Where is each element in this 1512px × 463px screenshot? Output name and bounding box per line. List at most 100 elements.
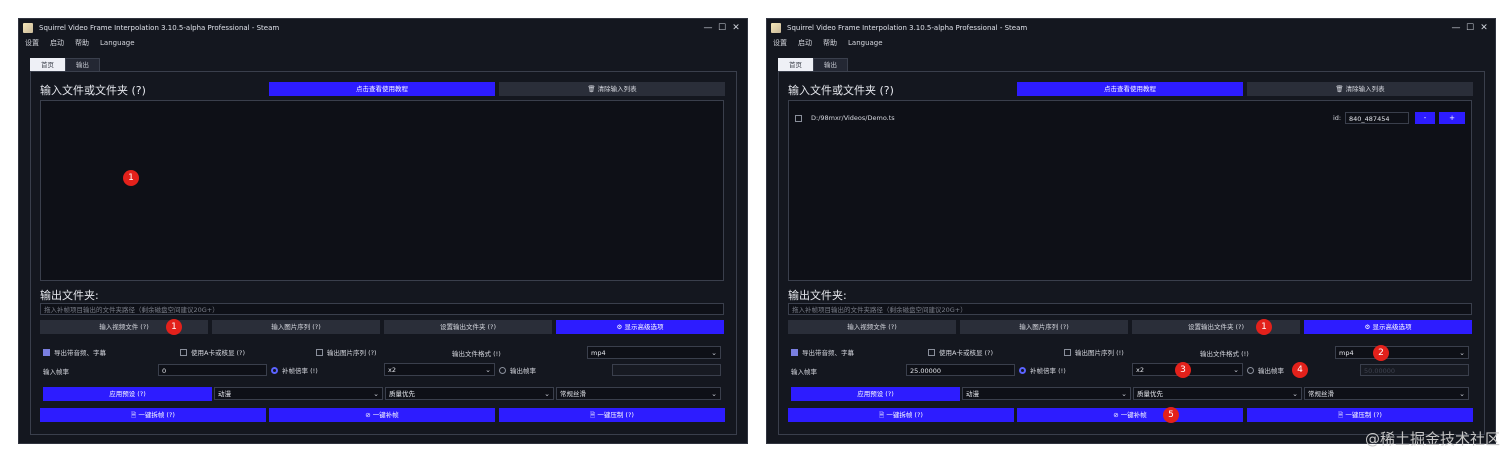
input-list[interactable] bbox=[40, 100, 724, 281]
list-item[interactable]: D:/98mxr/Videos/Demo.ts id: 840_487454 -… bbox=[795, 111, 1465, 125]
tab-home[interactable]: 首页 bbox=[778, 58, 813, 72]
annotation-badge: 5 bbox=[1163, 407, 1179, 423]
menu-language[interactable]: Language bbox=[100, 39, 135, 47]
export-audio-option[interactable]: 导出带音频、字幕 bbox=[43, 346, 106, 358]
acard-checkbox[interactable] bbox=[928, 348, 935, 356]
minimize-button[interactable]: — bbox=[701, 23, 715, 33]
preset-select-1[interactable]: 动漫 ⌄ bbox=[962, 387, 1131, 400]
preset-select-2[interactable]: 质量优先 ⌄ bbox=[385, 387, 554, 400]
image-seq-label: 输出图片序列 (!) bbox=[1075, 349, 1124, 357]
input-list[interactable]: D:/98mxr/Videos/Demo.ts id: 840_487454 -… bbox=[788, 100, 1472, 281]
output-folder-input[interactable]: 拖入补帧项目输出的文件夹路径（剩余磁盘空间建议20G+） bbox=[788, 303, 1472, 315]
preset-value-3: 常规丝滑 bbox=[560, 390, 586, 398]
menu-bar: 设置 启动 帮助 Language bbox=[767, 36, 1495, 50]
interpolate-button[interactable]: ⊘ 一键补帧 bbox=[1017, 408, 1243, 422]
preset-select-3[interactable]: 常规丝滑 ⌄ bbox=[1304, 387, 1469, 400]
acard-checkbox[interactable] bbox=[180, 348, 187, 356]
file-checkbox[interactable] bbox=[795, 115, 802, 122]
chevron-down-icon: ⌄ bbox=[373, 390, 379, 398]
export-audio-option[interactable]: 导出带音频、字幕 bbox=[791, 346, 854, 358]
export-audio-checkbox[interactable] bbox=[43, 348, 50, 356]
decrement-button[interactable]: - bbox=[1415, 112, 1435, 124]
apply-preset-button[interactable]: 应用预设 (?) bbox=[791, 387, 960, 401]
output-fps-field[interactable] bbox=[612, 364, 721, 376]
advanced-options-button[interactable]: ⚙ 显示高级选项 bbox=[556, 320, 724, 334]
acard-option[interactable]: 使用A卡或核显 (?) bbox=[180, 346, 245, 358]
menu-start[interactable]: 启动 bbox=[50, 38, 64, 48]
image-seq-option[interactable]: 输出图片序列 (?) bbox=[316, 346, 377, 358]
advanced-options-label: 显示高级选项 bbox=[1372, 323, 1412, 331]
output-folder-input[interactable]: 拖入补帧项目输出的文件夹路径（剩余磁盘空间建议20G+） bbox=[40, 303, 724, 315]
output-fps-option[interactable]: 输出帧率 bbox=[499, 364, 536, 376]
clear-input-button[interactable]: 🗑 清除输入列表 bbox=[499, 82, 725, 96]
increment-button[interactable]: + bbox=[1439, 112, 1465, 124]
ratio-option[interactable]: 补帧倍率 (!) bbox=[1019, 364, 1066, 376]
export-audio-checkbox[interactable] bbox=[791, 348, 798, 356]
input-image-seq-button[interactable]: 输入图片序列 (?) bbox=[212, 320, 380, 334]
ratio-radio[interactable] bbox=[271, 366, 278, 374]
input-fps-field[interactable]: 25.00000 bbox=[906, 364, 1015, 376]
split-frames-button[interactable]: 🗎 一键拆帧 (?) bbox=[788, 408, 1014, 422]
chevron-down-icon: ⌄ bbox=[711, 349, 717, 357]
close-button[interactable]: ✕ bbox=[1477, 23, 1491, 33]
tab-output[interactable]: 输出 bbox=[813, 58, 848, 72]
output-fps-option[interactable]: 输出帧率 bbox=[1247, 364, 1284, 376]
output-fps-field[interactable]: 50.00000 bbox=[1360, 364, 1469, 376]
app-icon bbox=[771, 22, 781, 33]
preset-select-3[interactable]: 常规丝滑 ⌄ bbox=[556, 387, 721, 400]
tab-home[interactable]: 首页 bbox=[30, 58, 65, 72]
image-seq-checkbox[interactable] bbox=[316, 348, 323, 356]
tutorial-button[interactable]: 点击查看使用教程 bbox=[1017, 82, 1243, 96]
split-frames-label: 一键拆帧 (?) bbox=[886, 411, 923, 419]
menu-settings[interactable]: 设置 bbox=[25, 38, 39, 48]
apply-preset-button[interactable]: 应用预设 (?) bbox=[43, 387, 212, 401]
tutorial-button[interactable]: 点击查看使用教程 bbox=[269, 82, 495, 96]
chevron-down-icon: ⌄ bbox=[1121, 390, 1127, 398]
format-select[interactable]: mp4 ⌄ bbox=[587, 346, 721, 359]
preset-select-2[interactable]: 质量优先 ⌄ bbox=[1133, 387, 1302, 400]
encode-button[interactable]: 🗎 一键压制 (?) bbox=[499, 408, 725, 422]
encode-button[interactable]: 🗎 一键压制 (?) bbox=[1247, 408, 1473, 422]
input-image-seq-button[interactable]: 输入图片序列 (?) bbox=[960, 320, 1128, 334]
menu-start[interactable]: 启动 bbox=[798, 38, 812, 48]
tab-output[interactable]: 输出 bbox=[65, 58, 100, 72]
annotation-badge: 1 bbox=[166, 319, 182, 335]
advanced-options-button[interactable]: ⚙ 显示高级选项 bbox=[1304, 320, 1472, 334]
ratio-option[interactable]: 补帧倍率 (!) bbox=[271, 364, 318, 376]
interpolate-button[interactable]: ⊘ 一键补帧 bbox=[269, 408, 495, 422]
preset-select-1[interactable]: 动漫 ⌄ bbox=[214, 387, 383, 400]
annotation-badge: 2 bbox=[1373, 345, 1389, 361]
acard-option[interactable]: 使用A卡或核显 (?) bbox=[928, 346, 993, 358]
menu-help[interactable]: 帮助 bbox=[75, 38, 89, 48]
format-label: 输出文件格式 (!) bbox=[452, 350, 501, 358]
encode-label: 一键压制 (?) bbox=[597, 411, 634, 419]
file-path: D:/98mxr/Videos/Demo.ts bbox=[811, 114, 895, 122]
menu-bar: 设置 启动 帮助 Language bbox=[19, 36, 747, 50]
output-fps-radio[interactable] bbox=[1247, 366, 1254, 374]
input-video-button[interactable]: 输入视频文件 (?) bbox=[40, 320, 208, 334]
menu-settings[interactable]: 设置 bbox=[773, 38, 787, 48]
clear-input-button[interactable]: 🗑 清除输入列表 bbox=[1247, 82, 1473, 96]
menu-language[interactable]: Language bbox=[848, 39, 883, 47]
minimize-button[interactable]: — bbox=[1449, 23, 1463, 33]
set-output-folder-button[interactable]: 设置输出文件夹 (?) bbox=[384, 320, 552, 334]
output-fps-radio[interactable] bbox=[499, 366, 506, 374]
id-field[interactable]: 840_487454 bbox=[1345, 112, 1409, 124]
maximize-button[interactable]: ☐ bbox=[715, 23, 729, 33]
ratio-radio[interactable] bbox=[1019, 366, 1026, 374]
menu-help[interactable]: 帮助 bbox=[823, 38, 837, 48]
input-video-button[interactable]: 输入视频文件 (?) bbox=[788, 320, 956, 334]
input-fps-field[interactable]: 0 bbox=[158, 364, 267, 376]
maximize-button[interactable]: ☐ bbox=[1463, 23, 1477, 33]
ratio-value: x2 bbox=[1136, 366, 1144, 374]
check-circle-icon: ⊘ bbox=[365, 411, 371, 419]
image-seq-checkbox[interactable] bbox=[1064, 348, 1071, 356]
split-frames-button[interactable]: 🗎 一键拆帧 (?) bbox=[40, 408, 266, 422]
set-output-folder-button[interactable]: 设置输出文件夹 (?) bbox=[1132, 320, 1300, 334]
close-button[interactable]: ✕ bbox=[729, 23, 743, 33]
image-seq-option[interactable]: 输出图片序列 (!) bbox=[1064, 346, 1124, 358]
annotation-badge: 1 bbox=[1256, 319, 1272, 335]
format-select[interactable]: mp4 ⌄ bbox=[1335, 346, 1469, 359]
title-bar: Squirrel Video Frame Interpolation 3.10.… bbox=[767, 19, 1495, 36]
ratio-select[interactable]: x2 ⌄ bbox=[384, 363, 495, 376]
